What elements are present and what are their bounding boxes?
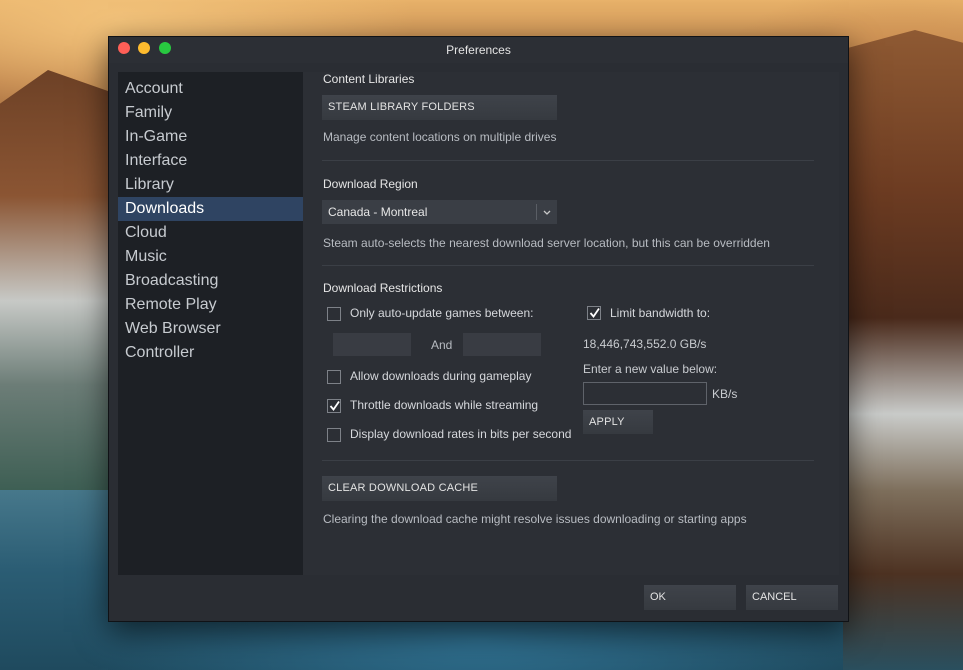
select-divider xyxy=(536,204,537,220)
auto-update-checkbox[interactable] xyxy=(327,307,341,321)
apply-button[interactable]: APPLY xyxy=(583,410,653,434)
preferences-window: Preferences Account Family In-Game Inter… xyxy=(108,36,849,622)
sidebar-item-music[interactable]: Music xyxy=(118,245,303,269)
sidebar-item-broadcasting[interactable]: Broadcasting xyxy=(118,269,303,293)
sidebar-item-library[interactable]: Library xyxy=(118,173,303,197)
limit-bandwidth-checkbox[interactable] xyxy=(587,306,601,320)
cancel-button[interactable]: CANCEL xyxy=(746,585,838,610)
downloads-panel: Content Libraries STEAM LIBRARY FOLDERS … xyxy=(303,72,839,575)
throttle-streaming-label: Throttle downloads while streaming xyxy=(350,398,539,412)
bits-per-second-label: Display download rates in bits per secon… xyxy=(350,427,572,441)
sidebar-item-cloud[interactable]: Cloud xyxy=(118,221,303,245)
allow-during-gameplay-label: Allow downloads during gameplay xyxy=(350,369,532,383)
sidebar-item-in-game[interactable]: In-Game xyxy=(118,125,303,149)
separator xyxy=(322,265,814,266)
download-region-description: Steam auto-selects the nearest download … xyxy=(323,236,770,250)
separator xyxy=(322,460,814,461)
sidebar-item-remote-play[interactable]: Remote Play xyxy=(118,293,303,317)
steam-library-folders-button[interactable]: STEAM LIBRARY FOLDERS xyxy=(322,95,557,120)
auto-update-end-time-input[interactable] xyxy=(463,333,541,356)
sidebar-item-family[interactable]: Family xyxy=(118,101,303,125)
checkmark-icon xyxy=(329,400,340,411)
checkmark-icon xyxy=(589,307,600,318)
clear-download-cache-button[interactable]: CLEAR DOWNLOAD CACHE xyxy=(322,476,557,501)
chevron-down-icon xyxy=(542,200,552,224)
window-title: Preferences xyxy=(446,43,511,57)
sidebar-item-controller[interactable]: Controller xyxy=(118,341,303,365)
bandwidth-input[interactable] xyxy=(583,382,707,405)
and-label: And xyxy=(431,338,453,352)
wallpaper-left xyxy=(0,70,120,490)
sidebar-item-account[interactable]: Account xyxy=(118,77,303,101)
limit-bandwidth-label: Limit bandwidth to: xyxy=(610,306,711,320)
download-region-heading: Download Region xyxy=(323,177,418,191)
auto-update-start-time-input[interactable] xyxy=(333,333,411,356)
new-value-label: Enter a new value below: xyxy=(583,362,718,376)
bandwidth-unit-label: KB/s xyxy=(712,387,738,401)
content-libraries-heading: Content Libraries xyxy=(323,72,415,86)
sidebar-item-downloads[interactable]: Downloads xyxy=(118,197,303,221)
sidebar-item-web-browser[interactable]: Web Browser xyxy=(118,317,303,341)
content-libraries-description: Manage content locations on multiple dri… xyxy=(323,130,557,144)
sidebar-item-interface[interactable]: Interface xyxy=(118,149,303,173)
bandwidth-value: 18,446,743,552.0 GB/s xyxy=(583,337,707,351)
download-region-value: Canada - Montreal xyxy=(328,205,428,219)
bits-per-second-checkbox[interactable] xyxy=(327,428,341,442)
wallpaper-right xyxy=(843,30,963,670)
throttle-streaming-checkbox[interactable] xyxy=(327,399,341,413)
titlebar: Preferences xyxy=(109,37,848,63)
auto-update-label: Only auto-update games between: xyxy=(350,306,534,320)
download-restrictions-heading: Download Restrictions xyxy=(323,281,443,295)
allow-during-gameplay-checkbox[interactable] xyxy=(327,370,341,384)
ok-button[interactable]: OK xyxy=(644,585,736,610)
separator xyxy=(322,160,814,161)
download-region-select[interactable]: Canada - Montreal xyxy=(322,200,557,224)
clear-cache-description: Clearing the download cache might resolv… xyxy=(323,512,747,526)
sidebar: Account Family In-Game Interface Library… xyxy=(118,72,303,575)
